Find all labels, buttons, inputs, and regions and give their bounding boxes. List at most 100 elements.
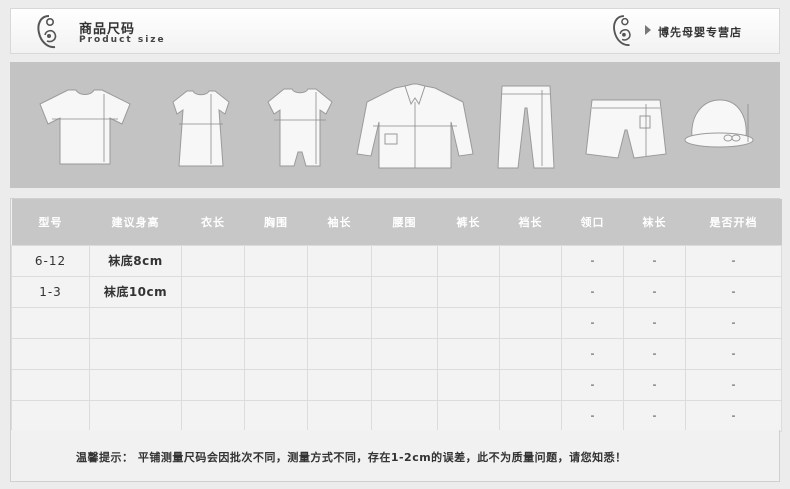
table-cell: - <box>561 368 624 401</box>
table-cell <box>371 368 438 401</box>
table-cell: - <box>623 306 686 339</box>
table-cell: - <box>685 275 782 308</box>
store-name[interactable]: 博先母婴专营店 <box>658 24 742 40</box>
page-subtitle: Product size <box>79 35 166 45</box>
header-suggested-height: 建议身高 <box>111 215 160 229</box>
size-note: 温馨提示： 平铺测量尺码会因批次不同，测量方式不同，存在1-2cm的误差，此不为… <box>10 430 780 482</box>
table-cell <box>499 244 562 277</box>
table-cell <box>371 244 438 277</box>
table-cell <box>89 368 182 401</box>
table-cell <box>11 306 90 339</box>
header-garment-length: 衣长 <box>201 215 225 229</box>
header-model: 型号 <box>38 215 63 229</box>
table-cell <box>437 399 500 432</box>
table-cell <box>371 306 438 339</box>
table-cell <box>437 275 500 308</box>
table-cell <box>499 275 562 308</box>
page-header: 商品尺码 Product size 博先母婴专营店 <box>10 8 780 54</box>
table-row: --- <box>11 399 782 432</box>
store-logo-icon <box>613 15 631 46</box>
table-cell <box>499 306 562 339</box>
t-shirt-icon <box>39 89 131 165</box>
table-cell <box>437 306 500 339</box>
table-cell <box>437 337 500 370</box>
table-cell <box>244 337 308 370</box>
table-cell <box>11 368 90 401</box>
table-cell <box>244 306 308 339</box>
table-cell <box>371 399 438 432</box>
size-table: 型号 建议身高 衣长 胸围 袖长 腰围 裤长 裆长 领口 袜长 是否开档 6-1… <box>10 198 782 432</box>
table-cell: - <box>561 337 624 370</box>
table-cell: - <box>685 368 782 401</box>
table-cell <box>181 368 245 401</box>
table-cell: - <box>623 275 686 308</box>
table-cell <box>307 368 372 401</box>
table-row: --- <box>11 368 782 401</box>
table-cell: - <box>623 244 686 277</box>
table-cell: - <box>623 399 686 432</box>
table-cell: - <box>685 244 782 277</box>
header-crotch-length: 裆长 <box>518 215 543 229</box>
table-cell <box>244 368 308 401</box>
table-cell <box>11 337 90 370</box>
shorts-icon <box>585 99 667 159</box>
table-row: 1-3 袜底10cm - - - <box>11 275 782 308</box>
table-cell <box>307 306 372 339</box>
table-cell: - <box>561 244 624 277</box>
table-cell <box>244 275 308 308</box>
table-cell: 6-12 <box>11 244 90 277</box>
triangle-right-icon <box>645 25 651 35</box>
header-chest: 胸围 <box>264 215 288 229</box>
header-sock-length: 袜长 <box>642 215 667 229</box>
table-row: --- <box>11 337 782 370</box>
table-row: 6-12 袜底8cm - - - <box>11 244 782 277</box>
table-cell <box>437 244 500 277</box>
table-cell: 袜底8cm <box>89 244 182 277</box>
table-cell <box>307 337 372 370</box>
table-cell: - <box>685 337 782 370</box>
dress-icon <box>172 90 230 167</box>
mother-baby-logo-icon <box>37 15 57 49</box>
table-cell <box>307 244 372 277</box>
note-text: 温馨提示： 平铺测量尺码会因批次不同，测量方式不同，存在1-2cm的误差，此不为… <box>76 451 627 464</box>
table-cell <box>181 244 245 277</box>
table-header-row: 型号 建议身高 衣长 胸围 袖长 腰围 裤长 裆长 领口 袜长 是否开档 <box>11 199 782 245</box>
table-cell <box>181 337 245 370</box>
table-cell: 袜底10cm <box>89 275 182 308</box>
table-cell <box>89 337 182 370</box>
table-cell <box>307 275 372 308</box>
header-pants-length: 裤长 <box>456 215 481 229</box>
romper-icon <box>267 88 333 167</box>
table-cell: - <box>685 399 782 432</box>
table-cell <box>11 399 90 432</box>
table-cell: - <box>623 368 686 401</box>
table-cell <box>181 275 245 308</box>
table-cell: - <box>623 337 686 370</box>
table-cell <box>371 275 438 308</box>
header-open-crotch: 是否开档 <box>709 215 758 229</box>
table-cell: - <box>561 275 624 308</box>
table-cell <box>499 399 562 432</box>
table-cell <box>181 306 245 339</box>
table-cell <box>499 368 562 401</box>
table-cell <box>437 368 500 401</box>
table-cell <box>89 399 182 432</box>
table-cell <box>371 337 438 370</box>
pants-icon <box>497 85 555 169</box>
garment-illustrations <box>10 62 780 188</box>
jacket-icon <box>356 83 474 169</box>
table-row: --- <box>11 306 782 339</box>
table-cell <box>499 337 562 370</box>
table-cell: 1-3 <box>11 275 90 308</box>
header-sleeve-length: 袖长 <box>327 215 352 229</box>
hat-icon <box>684 99 754 148</box>
table-cell: - <box>561 399 624 432</box>
table-cell: - <box>561 306 624 339</box>
table-cell <box>89 306 182 339</box>
table-cell <box>307 399 372 432</box>
table-cell <box>244 399 308 432</box>
table-cell <box>181 399 245 432</box>
header-collar: 领口 <box>580 215 605 229</box>
header-waist: 腰围 <box>392 215 417 229</box>
table-cell <box>244 244 308 277</box>
